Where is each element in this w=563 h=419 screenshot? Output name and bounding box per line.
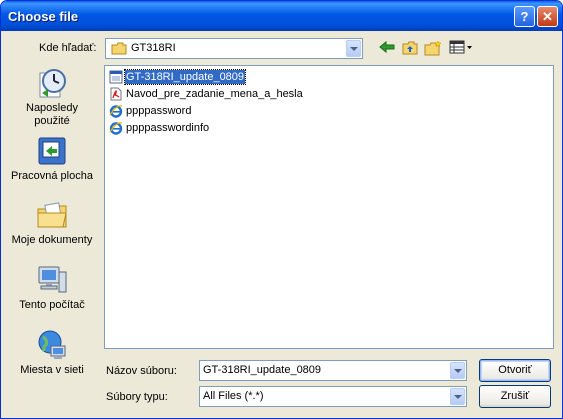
- filename-input[interactable]: GT-318RI_update_0809: [199, 360, 467, 381]
- recent-icon: [39, 69, 66, 98]
- new-folder-icon[interactable]: [423, 40, 443, 58]
- place-label: Miesta v sieti: [20, 364, 84, 376]
- view-menu-icon[interactable]: [448, 40, 474, 58]
- file-name: ppppassword: [126, 105, 192, 117]
- my-computer-icon: [38, 266, 67, 293]
- open-button[interactable]: Otvoriť: [479, 359, 551, 382]
- place-my-computer[interactable]: Tento počítač: [7, 264, 97, 312]
- file-list[interactable]: GT-318RI_update_0809 Navod_pre_zadanie_m…: [104, 65, 554, 349]
- ie-file-icon: [109, 122, 123, 135]
- filetype-value: All Files (*.*): [203, 390, 264, 402]
- back-icon[interactable]: [377, 40, 397, 58]
- filename-label: Názov súboru:: [106, 365, 177, 377]
- look-in-label: Kde hľadať:: [39, 42, 97, 54]
- cancel-button[interactable]: Zrušiť: [479, 385, 551, 408]
- my-documents-icon: [37, 202, 67, 228]
- file-name: ppppasswordinfo: [126, 122, 210, 134]
- chevron-down-icon[interactable]: [346, 40, 361, 57]
- place-my-documents[interactable]: Moje dokumenty: [7, 199, 97, 247]
- places-bar: Naposledy použité Pracovná plocha Moje d…: [7, 63, 97, 381]
- chevron-down-icon[interactable]: [450, 362, 465, 379]
- place-label: Pracovná plocha: [11, 170, 93, 182]
- place-desktop[interactable]: Pracovná plocha: [7, 135, 97, 183]
- desktop-icon: [38, 137, 66, 165]
- chevron-down-icon[interactable]: [450, 388, 465, 405]
- filetype-dropdown[interactable]: All Files (*.*): [199, 386, 467, 407]
- help-button[interactable]: ?: [514, 6, 535, 27]
- file-name: Navod_pre_zadanie_mena_a_hesla: [126, 88, 303, 100]
- title-bar[interactable]: Choose file ? ✕: [1, 1, 562, 31]
- place-label: Moje dokumenty: [11, 234, 93, 246]
- file-name: GT-318RI_update_0809: [123, 69, 247, 85]
- filetype-label: Súbory typu:: [106, 391, 168, 403]
- place-label: Naposledy použité: [26, 102, 78, 127]
- folder-icon: [111, 42, 127, 55]
- network-icon: [38, 330, 66, 359]
- choose-file-dialog: Choose file ? ✕ Kde hľadať: GT318RI Napo…: [0, 0, 563, 419]
- window-title: Choose file: [8, 9, 79, 24]
- binary-file-icon: [109, 70, 123, 84]
- look-in-dropdown[interactable]: GT318RI: [105, 38, 363, 59]
- place-recent[interactable]: Naposledy použité: [7, 67, 97, 128]
- up-folder-icon[interactable]: [400, 40, 420, 58]
- filename-value: GT-318RI_update_0809: [203, 364, 322, 376]
- close-button[interactable]: ✕: [537, 6, 558, 27]
- pdf-file-icon: [110, 87, 122, 101]
- ie-file-icon: [109, 105, 123, 118]
- place-label: Tento počítač: [19, 299, 85, 311]
- look-in-value: GT318RI: [131, 42, 176, 54]
- place-network[interactable]: Miesta v sieti: [7, 329, 97, 377]
